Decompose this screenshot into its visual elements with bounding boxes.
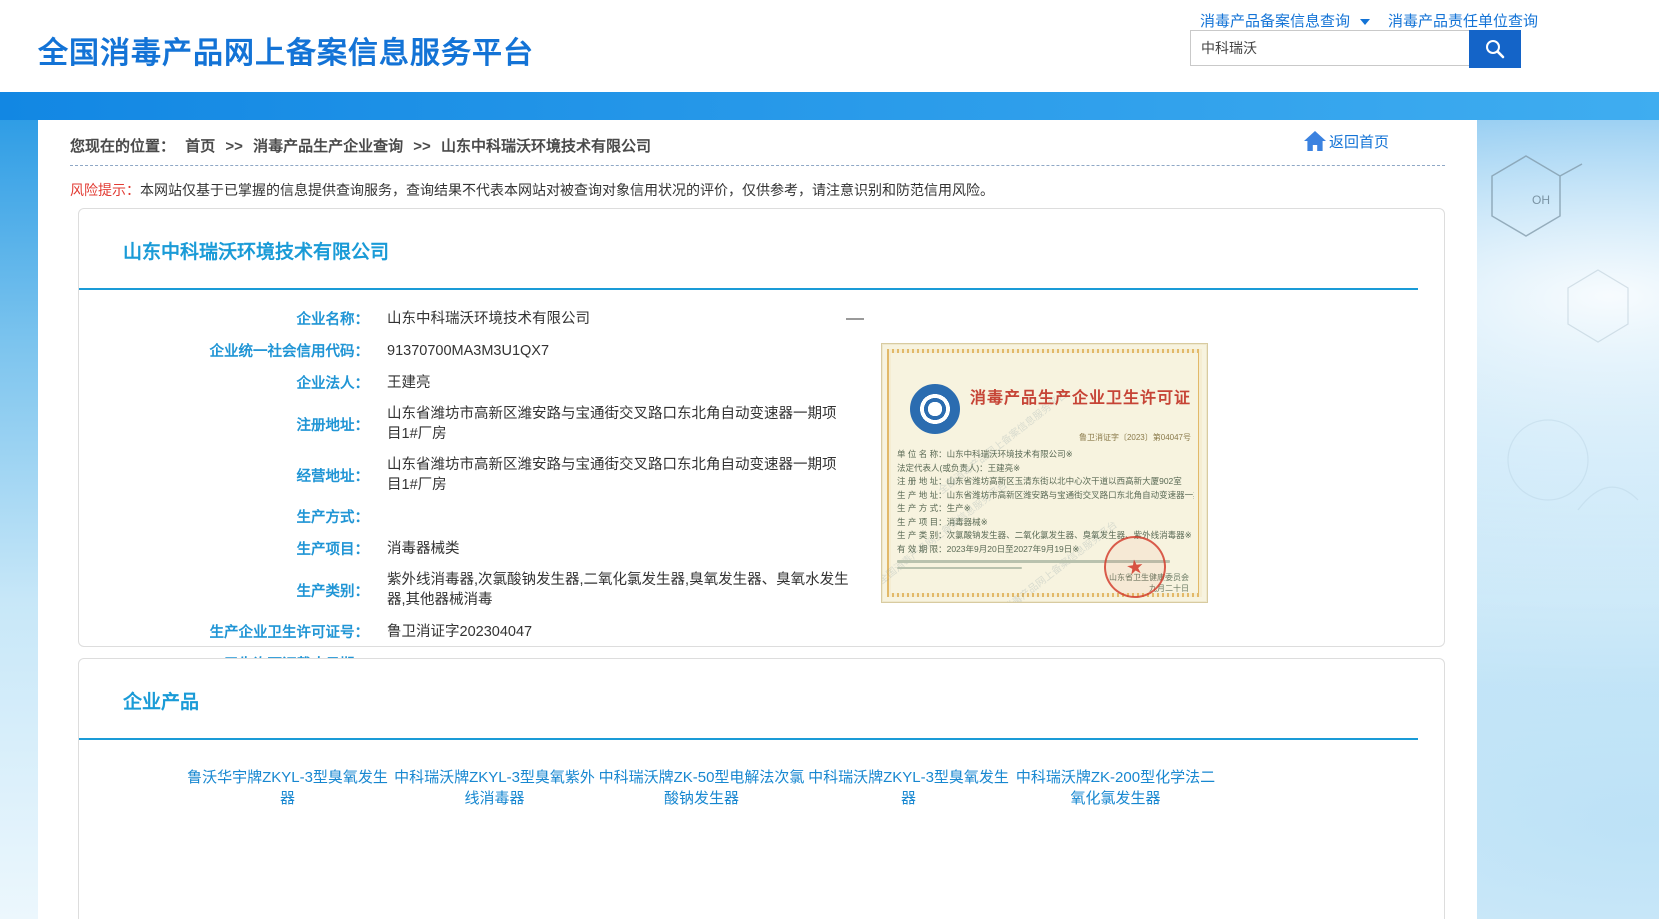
breadcrumb-home[interactable]: 首页 [185,138,215,155]
blue-band [0,92,1659,120]
seal-star-icon: ★ [1124,553,1145,580]
field-label: 经营地址： [144,465,369,486]
certificate-emblem-icon [910,384,960,434]
home-icon [1303,130,1327,152]
certificate-image[interactable]: 全国消毒产品网上备案信息服务平台 全国消毒产品网上备案信息服务平台 全国消毒产品… [881,343,1208,603]
company-card-title: 山东中科瑞沃环境技术有限公司 [123,237,389,264]
field-label: 生产方式： [144,506,369,527]
field-label: 生产类别： [144,580,369,601]
breadcrumb: 您现在的位置： 首页 >> 消毒产品生产企业查询 >> 山东中科瑞沃环境技术有限… [70,135,657,156]
page: OH 全国消毒产品网上备案信息服务平台 消毒产品备案信息查询 消毒产品责任单位查… [0,0,1659,919]
search-icon [1483,37,1507,61]
certificate-line: 法定代表人(或负责人)：王建亮※ [897,462,1194,476]
top-nav: 消毒产品备案信息查询 消毒产品责任单位查询 [1200,10,1538,31]
field-row: 生产类别： 紫外线消毒器,次氯酸钠发生器,二氧化氯发生器,臭氧发生器、臭氧水发生器… [144,570,849,610]
field-value: 91370700MA3M3U1QX7 [387,341,549,361]
company-fields: 企业名称： 山东中科瑞沃环境技术有限公司 企业统一社会信用代码： 91370700M… [144,308,849,685]
company-card: 山东中科瑞沃环境技术有限公司 企业名称： 山东中科瑞沃环境技术有限公司 企业统一社… [78,208,1445,647]
certificate-line: 注 册 地 址：山东省潍坊高新区玉清东街以北中心次干道以西高新大厦902室 [897,475,1194,489]
breadcrumb-current: 山东中科瑞沃环境技术有限公司 [441,138,651,155]
breadcrumb-separator: >> [225,138,243,155]
field-row: 生产项目： 消毒器械类 [144,538,849,559]
certificate-line: 生 产 地 址：山东省潍坊市高新区潍安路与宝通街交叉路口东北角自动变速器一期项目… [897,489,1194,503]
main-panel: 您现在的位置： 首页 >> 消毒产品生产企业查询 >> 山东中科瑞沃环境技术有限… [38,120,1477,919]
risk-label: 风险提示： [70,182,140,198]
product-link[interactable]: 中科瑞沃牌ZKYL-3型臭氧紫外线消毒器 [391,767,598,809]
field-row: 注册地址： 山东省潍坊市高新区潍安路与宝通街交叉路口东北角自动变速器一期项目1#厂… [144,404,849,444]
product-link[interactable]: 鲁沃华宇牌ZKYL-3型臭氧发生器 [184,767,391,809]
back-home-label: 返回首页 [1329,131,1389,152]
molecule-decoration: OH [1478,130,1658,550]
search-button[interactable] [1469,30,1521,68]
field-row: 经营地址： 山东省潍坊市高新区潍安路与宝通街交叉路口东北角自动变速器一期项目1#厂… [144,455,849,495]
field-value: 鲁卫消证字202304047 [387,622,532,642]
certificate-line: 单 位 名 称：山东中科瑞沃环境技术有限公司※ [897,448,1194,462]
field-value: 紫外线消毒器,次氯酸钠发生器,二氧化氯发生器,臭氧发生器、臭氧水发生器,其他器械… [387,570,849,610]
certificate-number: 鲁卫消证字〔2023〕第04047号 [1079,432,1191,443]
company-card-rule [79,288,1418,290]
header: 全国消毒产品网上备案信息服务平台 消毒产品备案信息查询 消毒产品责任单位查询 [0,0,1659,92]
field-label: 企业统一社会信用代码： [144,340,369,361]
field-label: 企业名称： [144,308,369,329]
field-row: 企业统一社会信用代码： 91370700MA3M3U1QX7 [144,340,849,361]
field-value: 山东省潍坊市高新区潍安路与宝通街交叉路口东北角自动变速器一期项目1#厂房 [387,404,849,444]
site-title: 全国消毒产品网上备案信息服务平台 [38,28,534,72]
product-link[interactable]: 中科瑞沃牌ZK-50型电解法次氯酸钠发生器 [598,767,805,809]
field-label: 企业法人： [144,372,369,393]
field-row: 企业名称： 山东中科瑞沃环境技术有限公司 [144,308,849,329]
chevron-down-icon [1360,19,1370,25]
field-value: 消毒器械类 [387,539,460,559]
field-row: 企业法人： 王建亮 [144,372,849,393]
dashed-divider [70,165,1445,166]
certificate-title: 消毒产品生产企业卫生许可证 [970,384,1195,408]
dash-decoration [846,318,864,320]
certificate-line: 生 产 方 式：生产※ [897,502,1194,516]
product-list: 鲁沃华宇牌ZKYL-3型臭氧发生器 中科瑞沃牌ZKYL-3型臭氧紫外线消毒器 中… [79,767,1418,825]
field-value: 山东中科瑞沃环境技术有限公司 [387,309,590,329]
products-card: 企业产品 鲁沃华宇牌ZKYL-3型臭氧发生器 中科瑞沃牌ZKYL-3型臭氧紫外线… [78,658,1445,919]
field-row: 生产方式： [144,506,849,527]
products-card-rule [79,738,1418,740]
nav-record-query-link[interactable]: 消毒产品备案信息查询 [1200,10,1350,31]
breadcrumb-prefix: 您现在的位置： [70,138,175,155]
certificate-line: 生 产 项 目：消毒器械※ [897,516,1194,530]
back-home-link[interactable]: 返回首页 [1303,130,1389,152]
certificate-note-bar [897,567,1022,570]
products-card-title: 企业产品 [123,687,199,714]
field-label: 生产企业卫生许可证号： [144,621,369,642]
breadcrumb-separator: >> [413,138,431,155]
search-bar [1190,30,1521,68]
product-link[interactable]: 中科瑞沃牌ZK-200型化学法二氧化氯发生器 [1012,767,1219,809]
field-label: 注册地址： [144,414,369,435]
product-link[interactable]: 中科瑞沃牌ZKYL-3型臭氧发生器 [805,767,1012,809]
search-input[interactable] [1190,30,1469,66]
risk-notice: 风险提示：本网站仅基于已掌握的信息提供查询服务，查询结果不代表本网站对被查询对象… [70,180,994,200]
field-row: 生产企业卫生许可证号： 鲁卫消证字202304047 [144,621,849,642]
breadcrumb-enterprise-query[interactable]: 消毒产品生产企业查询 [253,138,403,155]
field-value: 王建亮 [387,373,431,393]
field-value: 山东省潍坊市高新区潍安路与宝通街交叉路口东北角自动变速器一期项目1#厂房 [387,455,849,495]
molecule-oh-label: OH [1532,193,1550,207]
nav-responsible-unit-query-link[interactable]: 消毒产品责任单位查询 [1388,10,1538,31]
risk-text: 本网站仅基于已掌握的信息提供查询服务，查询结果不代表本网站对被查询对象信用状况的… [140,182,994,198]
field-label: 生产项目： [144,538,369,559]
